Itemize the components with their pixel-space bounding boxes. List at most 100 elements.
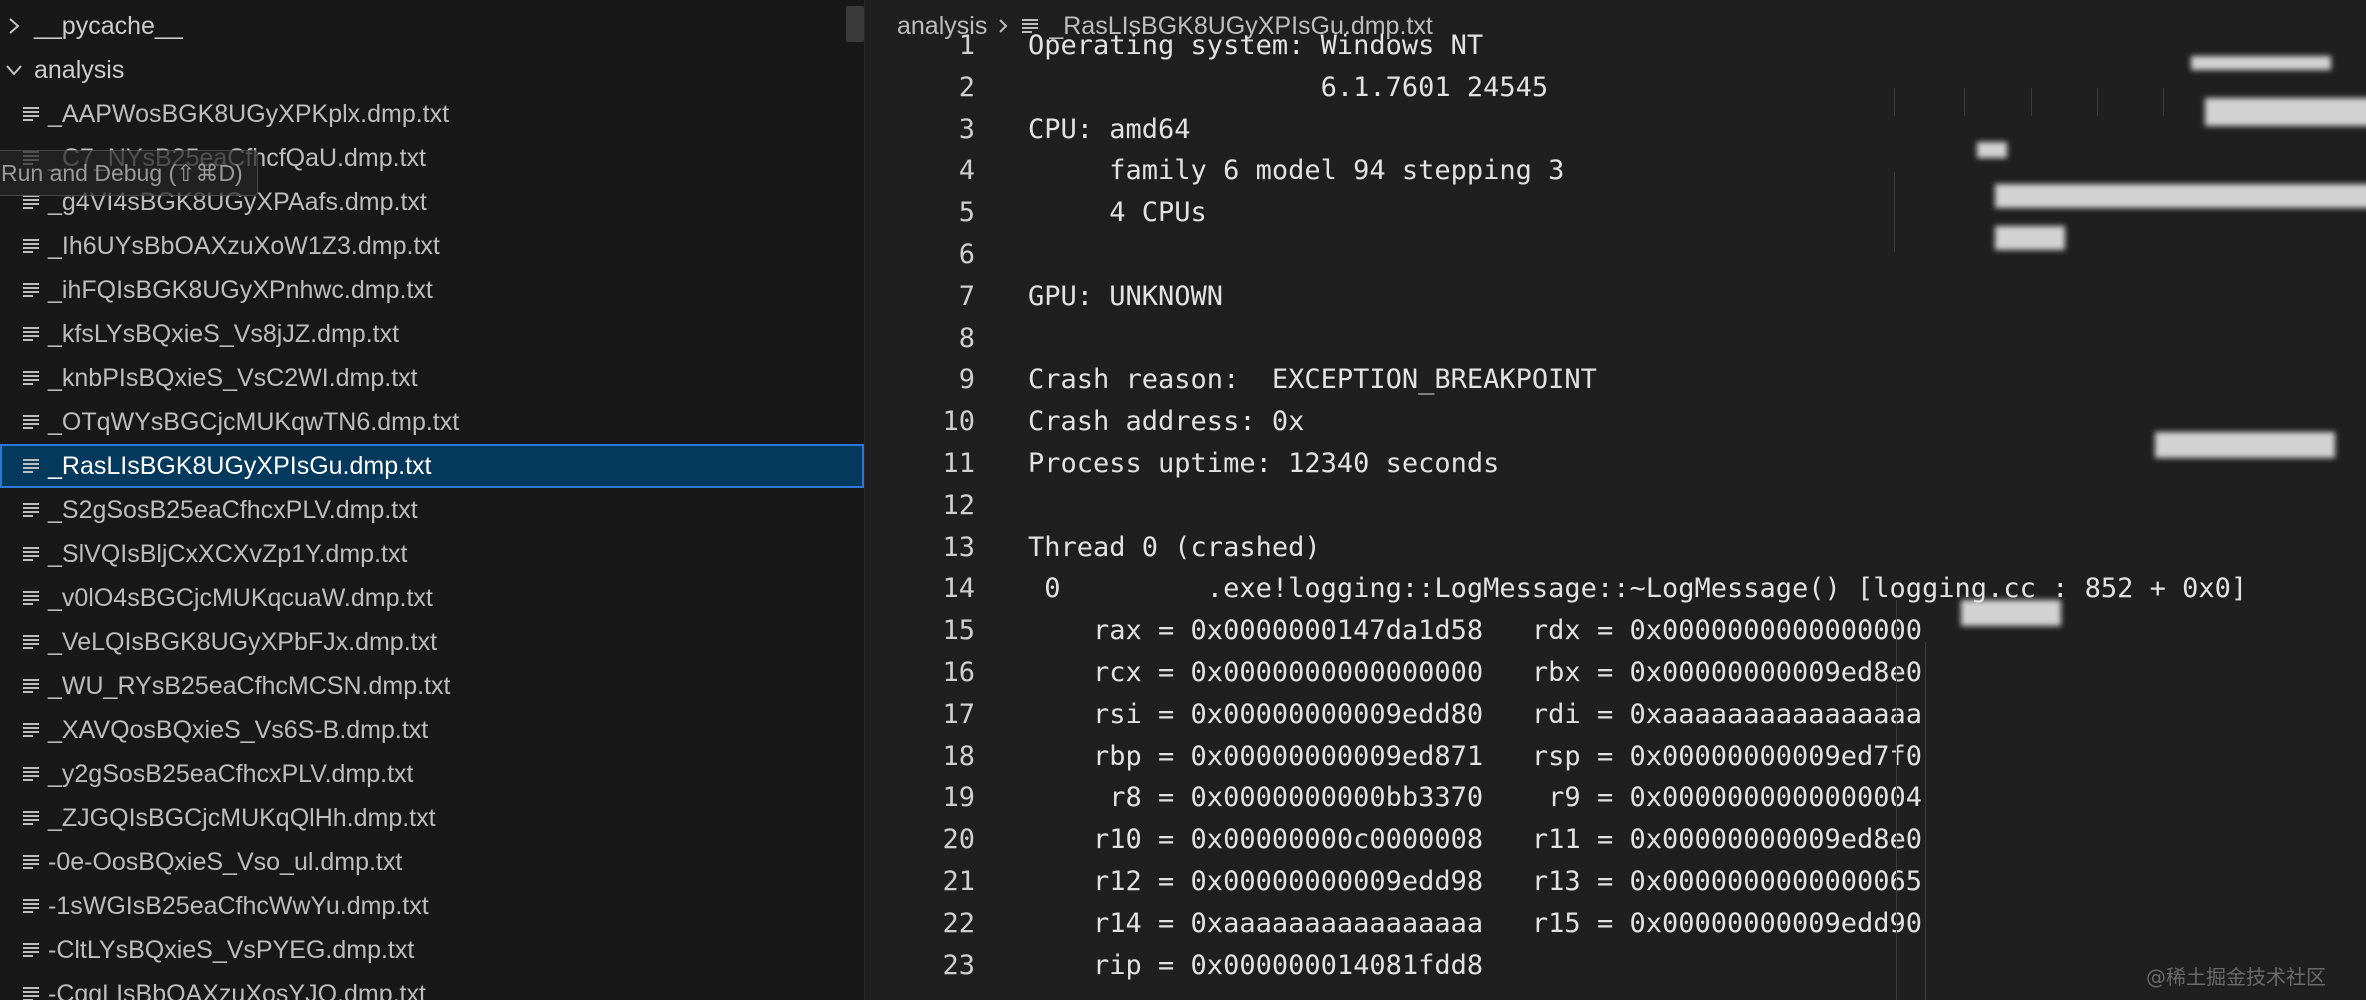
line-text: Crash reason: EXCEPTION_BREAKPOINT: [1028, 364, 1597, 396]
line-number: 5: [958, 197, 975, 229]
folder-label: analysis: [34, 55, 125, 84]
folder-analysis[interactable]: analysis: [0, 48, 864, 92]
line-text: r8 = 0x0000000000bb3370 r9 = 0x000000000…: [1028, 782, 1923, 814]
file-label: _SlVQIsBljCxXCXvZp1Y.dmp.txt: [48, 539, 408, 568]
code-line[interactable]: 22 r14 = 0xaaaaaaaaaaaaaaaa r15 = 0x0000…: [865, 903, 2366, 945]
line-text: Process uptime: 12340 seconds: [1028, 448, 1500, 479]
line-number: 21: [942, 866, 975, 897]
text-file-icon: [20, 939, 42, 961]
code-line[interactable]: 8: [865, 318, 2366, 360]
file-item[interactable]: -CqgLIsBbOAXzuXosYJQ.dmp.txt: [0, 972, 864, 1000]
line-number: 12: [942, 489, 975, 521]
code-line[interactable]: 19 r8 = 0x0000000000bb3370 r9 = 0x000000…: [865, 777, 2366, 819]
code-line[interactable]: 15 rax = 0x0000000147da1d58 rdx = 0x0000…: [865, 610, 2366, 652]
code-line[interactable]: 18 rbp = 0x00000000009ed871 rsp = 0x0000…: [865, 736, 2366, 778]
line-number: 1: [958, 30, 975, 61]
text-file-icon: [20, 807, 42, 829]
file-item[interactable]: _knbPIsBQxieS_VsC2WI.dmp.txt: [0, 356, 864, 400]
text-file-icon: [20, 455, 42, 477]
line-number: 10: [942, 406, 975, 438]
chevron-right-icon: [0, 4, 28, 48]
editor-pane[interactable]: analysis _RasLIsBGK8UGyXPIsGu.dmp.txt 1O…: [865, 0, 2366, 1000]
file-item[interactable]: _AAPWosBGK8UGyXPKplx.dmp.txt: [0, 92, 864, 136]
file-item[interactable]: -1sWGIsB25eaCfhcWwYu.dmp.txt: [0, 884, 864, 928]
line-text: r12 = 0x00000000009edd98 r13 = 0x0000000…: [1028, 866, 1923, 897]
code-line[interactable]: 10 Crash address: 0x: [865, 401, 2366, 443]
text-file-icon: [20, 763, 42, 785]
chevron-down-icon: [0, 48, 28, 92]
code-line[interactable]: 7 GPU: UNKNOWN: [865, 276, 2366, 318]
text-file-icon: [20, 323, 42, 345]
indent-guide: [1894, 172, 1895, 252]
line-number: 11: [942, 448, 975, 479]
code-line[interactable]: 11 Process uptime: 12340 seconds: [865, 443, 2366, 485]
code-line[interactable]: 2 6.1.7601 24545: [865, 67, 2366, 109]
file-item[interactable]: _ZJGQIsBGCjcMUKqQlHh.dmp.txt: [0, 796, 864, 840]
line-number: 4: [958, 155, 975, 187]
code-line[interactable]: 23 rip = 0x000000014081fdd8: [865, 945, 2366, 987]
text-file-icon: [20, 279, 42, 301]
file-item[interactable]: _RasLIsBGK8UGyXPIsGu.dmp.txt: [0, 444, 864, 488]
file-item[interactable]: _VeLQIsBGK8UGyXPbFJx.dmp.txt: [0, 620, 864, 664]
line-text: 4 CPUs: [1028, 197, 1207, 229]
line-number: 7: [958, 280, 975, 312]
line-number: 19: [942, 782, 975, 814]
code-line[interactable]: 9 Crash reason: EXCEPTION_BREAKPOINT: [865, 359, 2366, 401]
text-file-icon: [20, 631, 42, 653]
indent-guide: [1894, 88, 1895, 116]
line-text: rsi = 0x00000000009edd80 rdi = 0xaaaaaaa…: [1028, 698, 1923, 730]
file-item[interactable]: -CltLYsBQxieS_VsPYEG.dmp.txt: [0, 928, 864, 972]
code-line[interactable]: 16 rcx = 0x0000000000000000 rbx = 0x0000…: [865, 652, 2366, 694]
line-text: rcx = 0x0000000000000000 rbx = 0x0000000…: [1028, 657, 1923, 688]
file-item[interactable]: _SlVQIsBljCxXCXvZp1Y.dmp.txt: [0, 532, 864, 576]
folder-pycache[interactable]: __pycache__: [0, 4, 864, 48]
file-item[interactable]: _XAVQosBQxieS_Vs6S-B.dmp.txt: [0, 708, 864, 752]
line-number: 22: [942, 907, 975, 939]
file-label: _RasLIsBGK8UGyXPIsGu.dmp.txt: [48, 451, 432, 480]
indent-guide: [2097, 88, 2098, 116]
line-number: 17: [942, 698, 975, 730]
line-text: 0 .exe!logging::LogMessage::~LogMessage(…: [1028, 573, 2248, 605]
run-debug-tooltip: Run and Debug (⇧⌘D): [0, 150, 258, 196]
line-number: 6: [958, 239, 975, 270]
line-number: 9: [958, 364, 975, 396]
code-line[interactable]: 13 Thread 0 (crashed): [865, 527, 2366, 569]
code-line[interactable]: 20 r10 = 0x00000000c0000008 r11 = 0x0000…: [865, 819, 2366, 861]
line-text: 6.1.7601 24545: [1028, 71, 1549, 103]
line-text: CPU: amd64: [1028, 113, 1191, 145]
file-item[interactable]: _y2gSosB25eaCfhcxPLV.dmp.txt: [0, 752, 864, 796]
line-text: GPU: UNKNOWN: [1028, 280, 1224, 312]
watermark: @稀土掘金技术社区: [2146, 965, 2326, 989]
line-number: 20: [942, 824, 975, 856]
file-item[interactable]: _WU_RYsB25eaCfhcMCSN.dmp.txt: [0, 664, 864, 708]
code-line[interactable]: 17 rsi = 0x00000000009edd80 rdi = 0xaaaa…: [865, 694, 2366, 736]
file-label: _Ih6UYsBbOAXzuXoW1Z3.dmp.txt: [48, 231, 440, 260]
code-line[interactable]: 21 r12 = 0x00000000009edd98 r13 = 0x0000…: [865, 861, 2366, 903]
line-text: r10 = 0x00000000c0000008 r11 = 0x0000000…: [1028, 824, 1923, 856]
line-number: 23: [942, 949, 975, 981]
redaction-blur: [1961, 600, 2061, 626]
file-item[interactable]: _kfsLYsBQxieS_Vs8jJZ.dmp.txt: [0, 312, 864, 356]
file-item[interactable]: _v0lO4sBGCjcMUKqcuaW.dmp.txt: [0, 576, 864, 620]
file-item[interactable]: _OTqWYsBGCjcMUKqwTN6.dmp.txt: [0, 400, 864, 444]
code-line[interactable]: 1 Operating system: Windows NT: [865, 25, 2366, 67]
file-item[interactable]: _Ih6UYsBbOAXzuXoW1Z3.dmp.txt: [0, 224, 864, 268]
line-text: Crash address: 0x: [1028, 406, 1305, 438]
file-label: _OTqWYsBGCjcMUKqwTN6.dmp.txt: [48, 407, 460, 436]
file-item[interactable]: _ihFQIsBGK8UGyXPnhwc.dmp.txt: [0, 268, 864, 312]
file-label: _ihFQIsBGK8UGyXPnhwc.dmp.txt: [48, 275, 433, 304]
file-label: _WU_RYsB25eaCfhcMCSN.dmp.txt: [48, 671, 451, 700]
indent-guide: [2163, 88, 2164, 116]
code-line[interactable]: 12: [865, 485, 2366, 527]
line-text: Operating system: Windows NT: [1028, 30, 1484, 61]
file-item[interactable]: -0e-OosBQxieS_Vso_ul.dmp.txt: [0, 840, 864, 884]
code-line[interactable]: 14 0 .exe!logging::LogMessage::~LogMessa…: [865, 568, 2366, 610]
line-text: r14 = 0xaaaaaaaaaaaaaaaa r15 = 0x0000000…: [1028, 907, 1923, 939]
code-line[interactable]: 3 CPU: amd64: [865, 109, 2366, 151]
line-number: 2: [958, 71, 975, 103]
file-label: _ZJGQIsBGCjcMUKqQlHh.dmp.txt: [48, 803, 436, 832]
code-line[interactable]: 6: [865, 234, 2366, 276]
line-number: 13: [942, 531, 975, 563]
file-item[interactable]: _S2gSosB25eaCfhcxPLV.dmp.txt: [0, 488, 864, 532]
line-text: rax = 0x0000000147da1d58 rdx = 0x0000000…: [1028, 615, 1923, 647]
